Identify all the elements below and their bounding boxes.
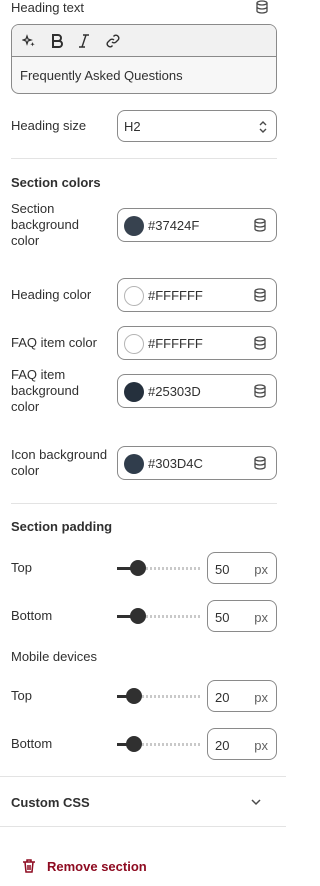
heading-text-value[interactable]: Frequently Asked Questions [20, 68, 183, 83]
color-label-line: Icon background [11, 447, 108, 462]
slider-track [134, 743, 201, 746]
database-icon[interactable] [253, 384, 267, 401]
divider [0, 826, 286, 827]
padding-value[interactable]: 20 [215, 690, 229, 705]
section-colors-title: Section colors [11, 175, 101, 190]
color-label-line: Section [11, 201, 55, 216]
color-hex-value[interactable]: #FFFFFF [148, 288, 203, 303]
padding-slider[interactable] [117, 600, 201, 632]
chevron-down-icon[interactable] [249, 796, 263, 808]
color-label-line: background [11, 217, 79, 232]
slider-thumb[interactable] [130, 560, 146, 576]
padding-value[interactable]: 50 [215, 562, 229, 577]
color-label: FAQ item background color [11, 367, 79, 415]
padding-label: Bottom [11, 736, 53, 751]
bold-icon[interactable] [50, 33, 64, 49]
padding-unit: px [254, 738, 268, 753]
color-picker-field[interactable]: #FFFFFF [117, 326, 277, 360]
padding-slider[interactable] [117, 552, 201, 584]
padding-unit: px [254, 562, 268, 577]
section-padding-title: Section padding [11, 519, 113, 534]
padding-value[interactable]: 50 [215, 610, 229, 625]
padding-slider[interactable] [117, 680, 201, 712]
color-label-line: color [11, 399, 40, 414]
divider [11, 503, 277, 504]
database-icon[interactable] [253, 336, 267, 353]
padding-number-input[interactable]: 20 px [207, 728, 277, 760]
color-hex-value[interactable]: #25303D [148, 384, 201, 399]
heading-text-label: Heading text [11, 0, 84, 15]
slider-thumb[interactable] [126, 688, 142, 704]
color-label: Icon background color [11, 447, 107, 479]
padding-value[interactable]: 20 [215, 738, 229, 753]
color-label-line: Heading color [11, 287, 92, 302]
padding-label: Bottom [11, 608, 53, 623]
slider-track [138, 615, 201, 618]
slider-thumb[interactable] [130, 608, 146, 624]
slider-track [134, 695, 201, 698]
database-icon[interactable] [253, 456, 267, 473]
color-label-line: color [11, 463, 40, 478]
sparkle-icon[interactable] [22, 34, 36, 48]
divider [11, 158, 277, 159]
link-icon[interactable] [105, 33, 121, 49]
mobile-devices-label: Mobile devices [11, 649, 97, 664]
color-label-line: FAQ item color [11, 335, 97, 350]
color-picker-field[interactable]: #37424F [117, 208, 277, 242]
color-label-line: background [11, 383, 79, 398]
database-icon[interactable] [255, 0, 269, 14]
color-hex-value[interactable]: #37424F [148, 218, 199, 233]
remove-section-button[interactable]: Remove section [22, 856, 162, 878]
color-picker-field[interactable]: #303D4C [117, 446, 277, 480]
padding-number-input[interactable]: 20 px [207, 680, 277, 712]
database-icon[interactable] [253, 218, 267, 235]
remove-section-label: Remove section [47, 859, 147, 874]
color-label: Heading color [11, 287, 91, 303]
color-swatch[interactable] [124, 286, 144, 306]
padding-number-input[interactable]: 50 px [207, 552, 277, 584]
padding-number-input[interactable]: 50 px [207, 600, 277, 632]
color-label: FAQ item color [11, 335, 97, 351]
color-swatch[interactable] [124, 334, 144, 354]
italic-icon[interactable] [78, 33, 90, 49]
select-chevron-icon [259, 121, 267, 133]
color-swatch[interactable] [124, 454, 144, 474]
color-hex-value[interactable]: #FFFFFF [148, 336, 203, 351]
database-icon[interactable] [253, 288, 267, 305]
color-swatch[interactable] [124, 216, 144, 236]
color-picker-field[interactable]: #FFFFFF [117, 278, 277, 312]
heading-text-editor[interactable]: Frequently Asked Questions [11, 24, 277, 94]
padding-slider[interactable] [117, 728, 201, 760]
divider [0, 776, 286, 777]
padding-unit: px [254, 610, 268, 625]
color-label-line: FAQ item [11, 367, 66, 382]
color-picker-field[interactable]: #25303D [117, 374, 277, 408]
slider-thumb[interactable] [126, 736, 142, 752]
color-label-line: color [11, 233, 40, 248]
padding-label: Top [11, 688, 32, 703]
trash-icon [23, 859, 35, 873]
heading-size-label: Heading size [11, 118, 87, 133]
padding-unit: px [254, 690, 268, 705]
heading-size-select[interactable]: H2 [117, 110, 277, 142]
custom-css-title[interactable]: Custom CSS [11, 795, 90, 810]
color-swatch[interactable] [124, 382, 144, 402]
padding-label: Top [11, 560, 32, 575]
slider-track [138, 567, 201, 570]
color-label: Section background color [11, 201, 79, 249]
color-hex-value[interactable]: #303D4C [148, 456, 203, 471]
heading-size-value: H2 [124, 119, 141, 134]
